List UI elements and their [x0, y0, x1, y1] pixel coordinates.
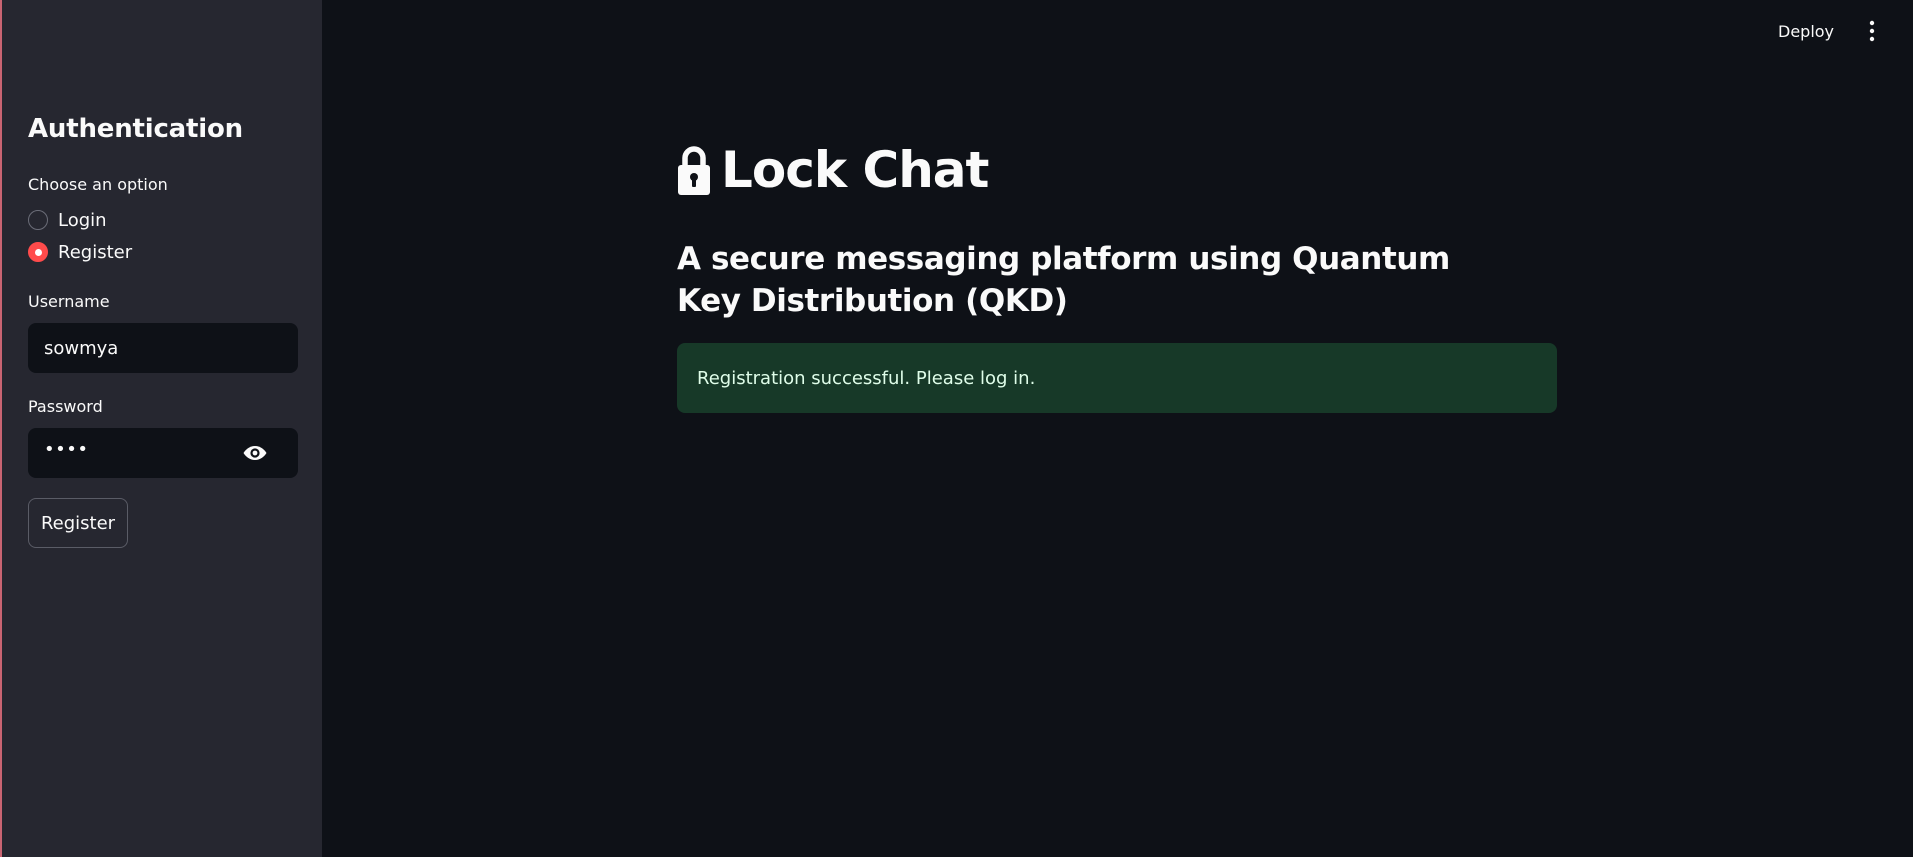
radio-register-label: Register	[58, 241, 133, 263]
success-alert-text: Registration successful. Please log in.	[697, 367, 1036, 389]
auth-option-label: Choose an option	[28, 175, 168, 194]
lock-icon	[678, 146, 710, 195]
radio-register-circle[interactable]	[28, 242, 48, 262]
password-label: Password	[28, 397, 103, 416]
page-subtitle: A secure messaging platform using Quantu…	[677, 241, 1450, 319]
radio-login-circle[interactable]	[28, 210, 48, 230]
password-input[interactable]: ••••	[28, 428, 298, 478]
radio-register[interactable]: Register	[28, 240, 132, 264]
radio-login-label: Login	[58, 209, 107, 231]
password-value: ••••	[44, 439, 89, 460]
page-title-text: Lock Chat	[721, 141, 989, 199]
sidebar: Authentication Choose an option Login Re…	[2, 0, 322, 857]
vertical-dots-icon[interactable]	[1862, 20, 1882, 42]
username-input[interactable]	[28, 323, 298, 373]
deploy-button[interactable]: Deploy	[1778, 19, 1834, 43]
username-label: Username	[28, 292, 110, 311]
register-button[interactable]: Register	[28, 498, 128, 548]
app-window: Authentication Choose an option Login Re…	[0, 0, 1913, 857]
success-alert: Registration successful. Please log in.	[677, 343, 1557, 413]
radio-login[interactable]: Login	[28, 208, 107, 232]
radio-selected-dot	[34, 248, 42, 256]
eye-icon[interactable]	[242, 443, 268, 463]
sidebar-title: Authentication	[28, 114, 243, 144]
page-title: Lock Chat	[677, 138, 989, 202]
